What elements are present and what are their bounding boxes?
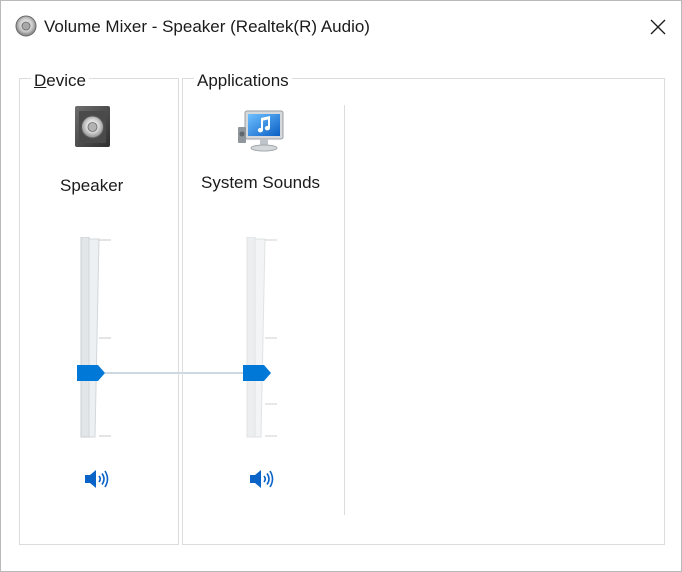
speaker-volume-icon[interactable] <box>249 468 275 490</box>
application-column-divider <box>344 105 345 515</box>
device-group-label: Device <box>31 71 89 91</box>
system-sounds-volume-slider[interactable] <box>243 237 279 441</box>
application-name-label: System Sounds <box>201 173 321 192</box>
system-sounds-volume-thumb[interactable] <box>243 365 271 381</box>
device-volume-slider[interactable] <box>77 237 113 441</box>
close-icon <box>650 19 666 35</box>
system-sounds-icon[interactable] <box>237 109 287 155</box>
title-bar[interactable]: Volume Mixer - Speaker (Realtek(R) Audio… <box>1 1 681 53</box>
device-volume-thumb[interactable] <box>77 365 105 381</box>
window-title: Volume Mixer - Speaker (Realtek(R) Audio… <box>44 17 370 36</box>
speaker-volume-icon[interactable] <box>84 468 110 490</box>
device-name-label: Speaker <box>60 176 124 195</box>
applications-group-label: Applications <box>194 71 292 91</box>
volume-mixer-window: Volume Mixer - Speaker (Realtek(R) Audio… <box>0 0 682 572</box>
close-button[interactable] <box>635 1 681 53</box>
speaker-device-icon[interactable] <box>73 105 113 149</box>
speaker-app-icon <box>15 15 37 37</box>
